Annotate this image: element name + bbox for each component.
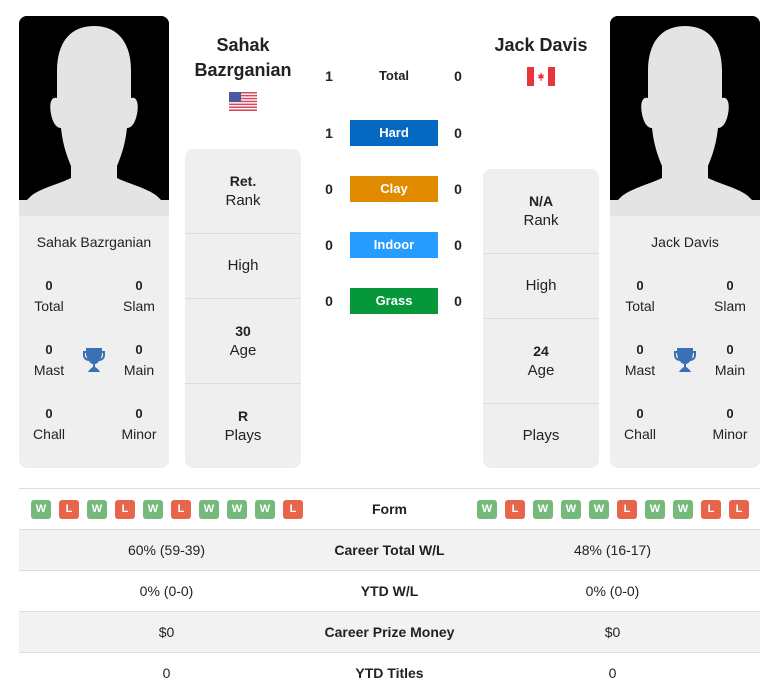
info-age: 24 Age [527,343,555,379]
player-right-photo [610,16,760,216]
h2h-clay: 0 Clay 0 [310,176,480,202]
form-loss-badge[interactable]: L [59,500,79,519]
stat-slam: 0 Slam [123,278,155,314]
divider [483,253,599,254]
form-loss-badge[interactable]: L [701,500,721,519]
stat-total: 0 Total [34,278,64,314]
form-loss-badge[interactable]: L [171,500,191,519]
form-win-badge[interactable]: W [255,500,275,519]
stat-main: 0 Main [123,342,155,378]
form-loss-badge[interactable]: L [505,500,525,519]
stat-mast: 0 Mast [624,342,656,378]
form-left: WLWLWLWWWL [31,500,303,519]
form-loss-badge[interactable]: L [617,500,637,519]
surface-indoor-badge: Indoor [350,232,438,258]
player-silhouette-icon [610,16,760,216]
comparison-table: WLWLWLWWWL Form WLWWWLWWLL 60% (59-39) C… [19,488,760,694]
info-high: High [227,257,259,274]
form-win-badge[interactable]: W [31,500,51,519]
stat-minor: 0 Minor [712,406,748,442]
h2h-indoor: 0 Indoor 0 [310,232,480,258]
divider [185,383,301,384]
info-rank: Ret. Rank [225,173,261,209]
player-right-card: Jack Davis 0 Total 0 Slam 0 Mast 0 Main … [610,216,760,468]
row-form: WLWLWLWWWL Form WLWWWLWWLL [19,489,760,530]
row-career-prize-money: $0 Career Prize Money $0 [19,612,760,653]
canada-flag-icon [527,67,555,86]
player-left-photo [19,16,169,216]
us-flag-icon [229,92,257,111]
surface-clay-badge: Clay [350,176,438,202]
info-age: 30 Age [229,323,257,359]
stat-mast: 0 Mast [33,342,65,378]
row-career-total-wl: 60% (59-39) Career Total W/L 48% (16-17) [19,530,760,571]
row-ytd-titles: 0 YTD Titles 0 [162,665,617,681]
info-plays: R Plays [224,408,262,444]
divider [483,403,599,404]
surface-hard-badge: Hard [350,120,438,146]
divider [483,318,599,319]
form-win-badge[interactable]: W [673,500,693,519]
info-plays: Plays [522,427,560,444]
player-left-info: Ret. Rank High 30 Age R Plays [185,149,301,468]
info-rank: N/A Rank [523,193,559,229]
player-right-name: Jack Davis [651,234,719,250]
form-win-badge[interactable]: W [589,500,609,519]
form-win-badge[interactable]: W [227,500,247,519]
h2h-hard: 1 Hard 0 [310,120,480,146]
form-right: WLWWWLWWLL [477,500,749,519]
form-win-badge[interactable]: W [533,500,553,519]
form-win-badge[interactable]: W [143,500,163,519]
h2h-grass: 0 Grass 0 [310,288,480,314]
trophy-icon [674,348,696,372]
form-win-badge[interactable]: W [477,500,497,519]
player-silhouette-icon [19,16,169,216]
row-ytd-wl: 0% (0-0) YTD W/L 0% (0-0) [19,571,760,612]
form-win-badge[interactable]: W [199,500,219,519]
form-win-badge[interactable]: W [561,500,581,519]
stat-total: 0 Total [625,278,655,314]
player-right-info: N/A Rank High 24 Age Plays [483,169,599,468]
stat-chall: 0 Chall [624,406,656,442]
player-left-name: Sahak Bazrganian [36,234,152,250]
divider [185,233,301,234]
surface-grass-badge: Grass [350,288,438,314]
player-right-heading[interactable]: Jack Davis [483,33,599,58]
info-high: High [525,277,557,294]
form-win-badge[interactable]: W [87,500,107,519]
stat-main: 0 Main [714,342,746,378]
stat-chall: 0 Chall [33,406,65,442]
trophy-icon [83,348,105,372]
form-loss-badge[interactable]: L [115,500,135,519]
form-win-badge[interactable]: W [645,500,665,519]
form-loss-badge[interactable]: L [283,500,303,519]
player-left-heading[interactable]: Sahak Bazrganian [185,33,301,83]
form-loss-badge[interactable]: L [729,500,749,519]
h2h-total: 1 Total 0 [325,68,462,84]
player-left-card: Sahak Bazrganian 0 Total 0 Slam 0 Mast 0… [19,216,169,468]
stat-slam: 0 Slam [714,278,746,314]
stat-minor: 0 Minor [121,406,157,442]
divider [185,298,301,299]
